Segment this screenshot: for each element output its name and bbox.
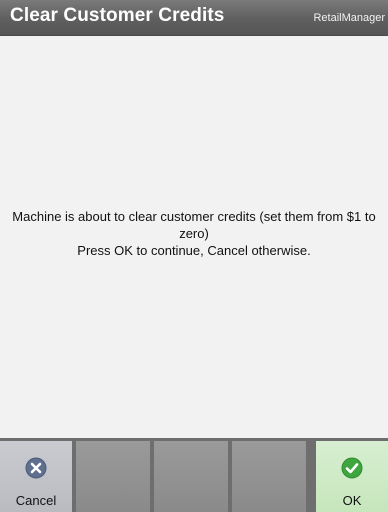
title-bar: Clear Customer Credits RetailManager	[0, 0, 388, 36]
empty-button-2[interactable]	[154, 441, 228, 512]
x-circle-icon	[25, 457, 47, 479]
message-line-2: Press OK to continue, Cancel otherwise.	[77, 243, 311, 258]
ok-button[interactable]: OK	[316, 441, 388, 512]
cancel-button[interactable]: Cancel	[0, 441, 72, 512]
dialog-window: Clear Customer Credits RetailManager Mac…	[0, 0, 388, 512]
empty-button-3[interactable]	[232, 441, 306, 512]
confirmation-message: Machine is about to clear customer credi…	[0, 208, 388, 259]
message-line-1: Machine is about to clear customer credi…	[12, 209, 376, 241]
checkmark-circle-icon	[341, 457, 363, 479]
empty-button-1[interactable]	[76, 441, 150, 512]
window-title: Clear Customer Credits	[10, 5, 225, 26]
message-area: Machine is about to clear customer credi…	[0, 36, 388, 438]
button-bar: Cancel OK	[0, 438, 388, 512]
brand-label: RetailManager	[313, 12, 385, 24]
cancel-label: Cancel	[15, 493, 57, 508]
ok-label: OK	[342, 493, 362, 508]
